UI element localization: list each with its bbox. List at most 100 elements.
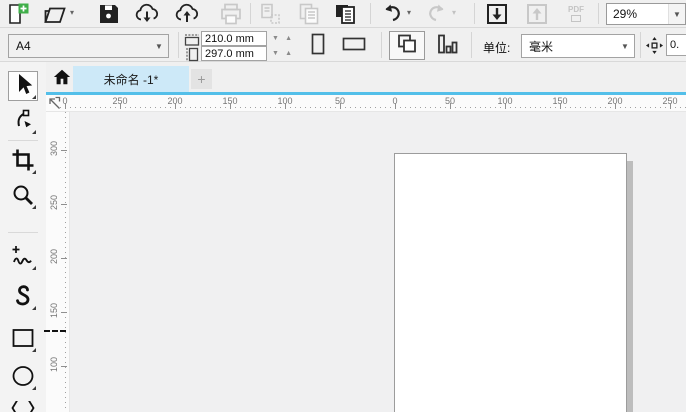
toolbar-divider xyxy=(370,3,371,24)
toolbox-divider xyxy=(8,140,38,141)
propbar-divider xyxy=(471,32,472,58)
import-button[interactable] xyxy=(484,2,510,26)
landscape-icon xyxy=(342,36,366,55)
cut-icon xyxy=(258,2,282,26)
cut-button[interactable] xyxy=(257,2,283,26)
new-document-button[interactable] xyxy=(5,2,31,26)
document-tab-bar: 未命名 -1* + xyxy=(46,62,686,95)
paste-icon xyxy=(333,2,357,26)
all-pages-button[interactable] xyxy=(389,31,425,60)
vruler-label: 300 xyxy=(49,140,59,156)
app-window: ▾ ▾ ▾ PDF 29% ▼ A4 ▼ 210.0 mm ▼ ▲ 297.0 … xyxy=(0,0,686,412)
units-combobox[interactable]: 毫米 ▼ xyxy=(521,34,635,58)
redo-dropdown-caret[interactable]: ▾ xyxy=(452,9,456,17)
new-tab-plus: + xyxy=(197,71,206,87)
ruler-guide-marker xyxy=(44,330,66,332)
open-button[interactable] xyxy=(42,2,68,26)
print-button[interactable] xyxy=(218,2,244,26)
tool-pick[interactable] xyxy=(8,71,38,101)
redo-icon xyxy=(425,2,449,26)
propbar-divider xyxy=(178,32,179,58)
document-tab-label: 未命名 -1* xyxy=(103,72,159,87)
vruler-ticks xyxy=(65,112,66,412)
propbar-divider xyxy=(640,32,641,58)
copy-button[interactable] xyxy=(296,2,322,26)
toolbox xyxy=(0,62,46,412)
pdf-icon: PDF xyxy=(568,6,584,22)
undo-icon xyxy=(380,2,404,26)
open-dropdown-caret[interactable]: ▾ xyxy=(70,9,74,17)
tool-ellipse[interactable] xyxy=(8,362,38,392)
home-icon xyxy=(53,68,71,89)
property-bar: A4 ▼ ▼▲ ▼▲ xyxy=(0,28,686,62)
tool-polygon[interactable] xyxy=(8,400,38,412)
save-floppy-icon xyxy=(97,2,121,26)
copy-icon xyxy=(297,2,321,26)
units-caret: ▼ xyxy=(621,41,629,51)
open-folder-icon xyxy=(43,2,67,26)
vertical-ruler[interactable]: 300 250 200 150 100 xyxy=(44,112,70,412)
landscape-button[interactable] xyxy=(337,32,371,59)
page-size-value: A4 xyxy=(16,39,31,53)
vruler-label: 150 xyxy=(49,302,59,318)
undo-button[interactable] xyxy=(379,2,405,26)
cloud-download-icon xyxy=(134,2,160,26)
page-height-input[interactable] xyxy=(201,46,267,61)
vruler-label: 200 xyxy=(49,248,59,264)
zoom-dropdown-caret[interactable]: ▼ xyxy=(668,4,685,24)
horizontal-ruler[interactable]: 0 250 200 150 100 50 0 50 100 150 200 25… xyxy=(46,95,686,112)
polygon-tool-icon xyxy=(10,401,36,412)
import-icon xyxy=(485,2,509,26)
cloud-upload-icon xyxy=(174,2,200,26)
export-icon xyxy=(525,2,549,26)
vruler-label: 100 xyxy=(49,356,59,372)
pdf-label: PDF xyxy=(568,5,584,14)
standard-toolbar: ▾ ▾ ▾ PDF 29% ▼ xyxy=(0,0,686,28)
pdf-box-glyph xyxy=(571,15,581,22)
page-width-input[interactable] xyxy=(201,31,267,46)
welcome-home-button[interactable] xyxy=(52,68,72,88)
page-size-combobox[interactable]: A4 ▼ xyxy=(8,34,169,58)
open-from-cloud-button[interactable] xyxy=(134,2,160,26)
propbar-divider xyxy=(381,32,382,58)
hruler-ticks xyxy=(60,107,686,108)
zoom-level-value: 29% xyxy=(613,7,638,21)
paste-button[interactable] xyxy=(332,2,358,26)
vruler-label: 250 xyxy=(49,194,59,210)
drawing-canvas[interactable] xyxy=(70,112,686,412)
tool-crop[interactable] xyxy=(8,146,38,176)
document-tab-active[interactable]: 未命名 -1* xyxy=(73,66,189,92)
toolbar-divider xyxy=(474,3,475,24)
portrait-icon xyxy=(310,33,326,58)
save-to-cloud-button[interactable] xyxy=(174,2,200,26)
tool-zoom[interactable] xyxy=(8,181,38,211)
nudge-distance-input[interactable] xyxy=(666,34,686,56)
tool-freehand[interactable] xyxy=(8,242,38,272)
page-width-spinner[interactable]: ▼ ▲ xyxy=(269,31,295,45)
tool-artistic-media[interactable] xyxy=(8,282,38,312)
ruler-origin-icon[interactable] xyxy=(47,96,61,113)
zoom-level-combobox[interactable]: 29% ▼ xyxy=(606,3,686,25)
page-dimensions-button[interactable] xyxy=(429,31,465,60)
all-pages-icon xyxy=(395,32,419,59)
toolbar-divider xyxy=(250,3,251,24)
page-bars-icon xyxy=(435,32,459,59)
units-label: 单位: xyxy=(483,41,511,55)
publish-pdf-button[interactable]: PDF xyxy=(560,2,592,26)
redo-button[interactable] xyxy=(424,2,450,26)
new-document-icon xyxy=(6,2,30,26)
new-tab-button[interactable]: + xyxy=(191,69,212,89)
print-icon xyxy=(219,2,243,26)
toolbox-divider xyxy=(8,232,38,233)
document-page[interactable] xyxy=(394,153,627,412)
tool-shape[interactable] xyxy=(8,106,38,136)
tool-rectangle[interactable] xyxy=(8,324,38,354)
toolbar-divider xyxy=(598,3,599,24)
save-button[interactable] xyxy=(96,2,122,26)
undo-dropdown-caret[interactable]: ▾ xyxy=(407,9,411,17)
nudge-distance-icon xyxy=(645,36,664,58)
page-height-spinner[interactable]: ▼ ▲ xyxy=(269,46,295,60)
page-size-caret: ▼ xyxy=(155,41,163,51)
portrait-button[interactable] xyxy=(304,32,332,59)
export-button[interactable] xyxy=(524,2,550,26)
